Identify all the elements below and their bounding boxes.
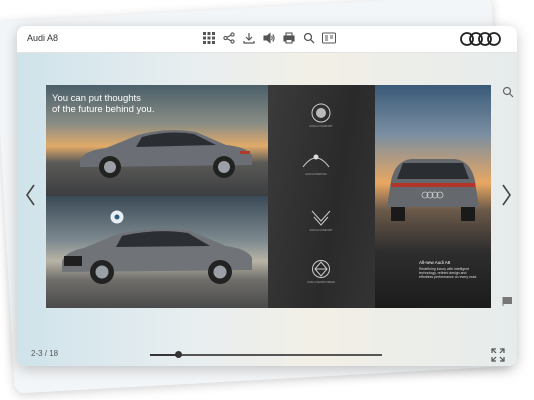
feature-badge-3: AUDI AI COMFORT	[306, 209, 336, 232]
feature-badge-4-caption: AUDI AI MATRIX BEAM	[307, 281, 335, 284]
bookmark-flag-icon[interactable]	[502, 296, 514, 306]
share-icon[interactable]	[222, 31, 236, 45]
car-photo-rear: All-new Audi A8 Redefining luxury with i…	[375, 85, 491, 308]
toolbar	[202, 31, 336, 45]
lattice-badge-icon	[312, 260, 330, 278]
previous-page-arrow-icon[interactable]	[23, 181, 39, 209]
promo-title: All-new Audi A8	[419, 260, 451, 265]
car-rear-illustration	[387, 159, 479, 221]
sound-icon[interactable]	[262, 31, 276, 45]
car-side-illustration	[80, 130, 252, 178]
headline-line-1: You can put thoughts	[52, 93, 141, 104]
download-icon[interactable]	[242, 31, 256, 45]
car-photo-front	[46, 196, 268, 308]
page-slider[interactable]	[150, 351, 382, 358]
dial-badge-icon	[311, 103, 331, 123]
feature-badge-1-caption: AUDI AI COMFORT	[309, 125, 333, 128]
fullscreen-icon[interactable]	[491, 348, 505, 362]
print-icon[interactable]	[282, 31, 296, 45]
side-search-icon[interactable]	[502, 86, 514, 98]
audi-logo	[460, 32, 501, 46]
promo-body: Redefining luxury with intelligent techn…	[419, 267, 478, 279]
shield-badge-icon	[311, 210, 331, 226]
feature-badge-1: AUDI AI COMFORT	[306, 103, 336, 128]
feature-badge-4: AUDI AI MATRIX BEAM	[306, 259, 336, 284]
page-counter: 2-3 / 18	[31, 349, 59, 358]
search-icon[interactable]	[302, 31, 316, 45]
feature-badge-2: AUDI AI PARKING	[301, 151, 331, 176]
feature-badge-3-caption: AUDI AI COMFORT	[309, 229, 333, 232]
page-slider-fill	[150, 354, 178, 356]
car-front-illustration	[62, 229, 252, 284]
app-title: Audi A8	[27, 33, 59, 43]
promo-text-block: All-new Audi A8 Redefining luxury with i…	[419, 260, 479, 279]
next-page-arrow-icon[interactable]	[498, 181, 514, 209]
arc-badge-icon	[302, 154, 330, 168]
magazine-spread[interactable]: You can put thoughts of the future behin…	[46, 85, 491, 308]
spread-headline: You can put thoughts of the future behin…	[52, 93, 154, 115]
car-photo-side: You can put thoughts of the future behin…	[46, 85, 268, 196]
headline-line-2: of the future behind you.	[52, 104, 155, 115]
titlebar: Audi A8	[17, 26, 517, 53]
thumbnails-icon[interactable]	[202, 31, 216, 45]
page-slider-thumb[interactable]	[174, 351, 182, 358]
hotspot-icon[interactable]	[110, 210, 124, 224]
feature-badge-2-caption: AUDI AI PARKING	[305, 173, 327, 176]
feature-column: AUDI AI COMFORT AUDI AI PARKING AUDI AI …	[268, 85, 375, 308]
flipbook-viewer: Audi A8 You can put thoughts of the futu…	[17, 26, 517, 366]
viewer-footer: 2-3 / 18	[17, 346, 517, 366]
table-of-contents-icon[interactable]	[322, 31, 336, 45]
